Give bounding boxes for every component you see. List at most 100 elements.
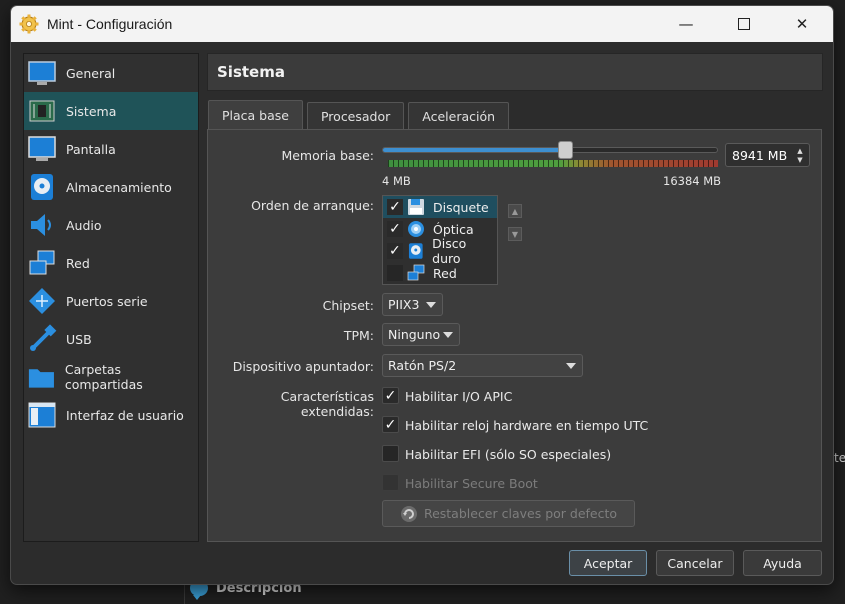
folder-icon xyxy=(28,369,54,388)
boot-checkbox[interactable] xyxy=(387,265,403,281)
boot-item-disquete[interactable]: ✓ Disquete xyxy=(383,196,497,218)
tab-procesador[interactable]: Procesador xyxy=(306,102,405,129)
sidebar-item-label: USB xyxy=(66,331,92,347)
move-down-button[interactable]: ▼ xyxy=(508,227,522,241)
tab-aceleracion[interactable]: Aceleración xyxy=(408,102,510,129)
secure-boot-label: Habilitar Secure Boot xyxy=(405,476,538,491)
sidebar-item-label: General xyxy=(66,65,116,81)
boot-checkbox[interactable]: ✓ xyxy=(387,243,403,259)
io-apic-label[interactable]: Habilitar I/O APIC xyxy=(405,389,512,404)
memory-slider-handle[interactable] xyxy=(558,141,574,159)
memory-slider-fill xyxy=(383,148,566,152)
cancel-button[interactable]: Cancelar xyxy=(656,550,734,576)
sidebar-item-label: Sistema xyxy=(66,103,117,119)
pointing-device-value: Ratón PS/2 xyxy=(388,358,457,373)
background-divider xyxy=(184,584,185,604)
boot-checkbox[interactable]: ✓ xyxy=(387,221,403,237)
refresh-icon xyxy=(400,505,417,522)
network-icon xyxy=(29,250,55,275)
sidebar-item-label: Red xyxy=(66,255,90,271)
tab-bar: Placa base Procesador Aceleración xyxy=(208,100,513,129)
reset-keys-button: Restablecer claves por defecto xyxy=(382,500,635,527)
efi-checkbox[interactable] xyxy=(382,445,399,462)
ui-window-icon xyxy=(28,402,56,428)
memory-max-label: 16384 MB xyxy=(663,174,722,188)
sidebar-item-almacenamiento[interactable]: Almacenamiento xyxy=(24,168,198,206)
chipset-select[interactable]: PIIX3 xyxy=(382,293,443,316)
sidebar-item-label: Pantalla xyxy=(66,141,116,157)
help-button[interactable]: Ayuda xyxy=(743,550,822,576)
tab-placa-base[interactable]: Placa base xyxy=(208,100,303,129)
tab-panel-placa-base: Memoria base: 8941 MB ▲ ▼ 4 MB 16384 MB … xyxy=(207,129,822,542)
utc-clock-label[interactable]: Habilitar reloj hardware en tiempo UTC xyxy=(405,418,648,433)
background-partial-text: te xyxy=(834,451,845,465)
maximize-icon xyxy=(738,18,750,30)
serial-port-icon xyxy=(29,288,55,314)
maximize-button[interactable] xyxy=(715,6,773,42)
sidebar-item-audio[interactable]: Audio xyxy=(24,206,198,244)
close-button[interactable]: ✕ xyxy=(773,6,831,42)
pointing-device-label: Dispositivo apuntador: xyxy=(232,359,374,374)
boot-order-list: ✓ Disquete ✓ Óptica ✓ Disco duro Red xyxy=(382,195,498,285)
display-icon xyxy=(28,136,56,161)
io-apic-checkbox[interactable]: ✓ xyxy=(382,387,399,404)
spin-down-icon[interactable]: ▼ xyxy=(794,155,806,165)
boot-order-label: Orden de arranque: xyxy=(251,198,374,213)
pointing-device-select[interactable]: Ratón PS/2 xyxy=(382,354,583,377)
sidebar-item-pantalla[interactable]: Pantalla xyxy=(24,130,198,168)
disk-icon xyxy=(31,174,53,200)
boot-checkbox[interactable]: ✓ xyxy=(387,199,403,215)
floppy-icon xyxy=(408,199,424,215)
efi-label[interactable]: Habilitar EFI (sólo SO especiales) xyxy=(405,447,611,462)
monitor-icon xyxy=(28,61,56,85)
chipset-value: PIIX3 xyxy=(388,297,420,312)
utc-clock-checkbox[interactable]: ✓ xyxy=(382,416,399,433)
settings-main: Sistema Placa base Procesador Aceleració… xyxy=(207,53,823,542)
chipset-label: Chipset: xyxy=(322,298,374,313)
network-icon xyxy=(407,264,425,281)
tpm-select[interactable]: Ninguno xyxy=(382,323,460,346)
tpm-value: Ninguno xyxy=(388,327,441,342)
memory-value: 8941 MB xyxy=(732,147,788,163)
tpm-label: TPM: xyxy=(343,328,374,343)
sidebar-item-label: Almacenamiento xyxy=(66,179,172,195)
sidebar-item-interfaz-de-usuario[interactable]: Interfaz de usuario xyxy=(24,396,198,434)
chip-icon xyxy=(29,100,55,122)
optical-disc-icon xyxy=(408,221,424,237)
move-up-button[interactable]: ▲ xyxy=(508,204,522,218)
reset-keys-label: Restablecer claves por defecto xyxy=(423,506,618,521)
secure-boot-checkbox xyxy=(382,474,399,491)
sidebar-item-label: Puertos serie xyxy=(66,293,148,309)
sidebar-item-carpetas-compartidas[interactable]: Carpetas compartidas xyxy=(24,358,198,396)
chevron-down-icon xyxy=(426,302,436,308)
memory-label: Memoria base: xyxy=(281,148,374,163)
memory-scale-bar xyxy=(388,160,718,167)
sidebar-item-label: Carpetas compartidas xyxy=(64,362,143,392)
sidebar-item-label: Audio xyxy=(66,217,102,233)
sidebar-item-usb[interactable]: USB xyxy=(24,320,198,358)
sidebar-item-red[interactable]: Red xyxy=(24,244,198,282)
sidebar-item-sistema[interactable]: Sistema xyxy=(24,92,198,130)
sidebar-item-label: Interfaz de usuario xyxy=(66,407,184,423)
boot-item-label: Disquete xyxy=(433,199,489,215)
sidebar-item-general[interactable]: General xyxy=(24,54,198,92)
minimize-button[interactable]: — xyxy=(657,6,715,42)
memory-slider[interactable] xyxy=(382,141,718,159)
boot-item-label: Red xyxy=(433,265,457,281)
boot-item-red[interactable]: Red xyxy=(383,262,497,284)
settings-sidebar: General Sistema Pantalla Almacenamiento … xyxy=(23,53,199,542)
extended-features-label: Características extendidas: xyxy=(280,389,374,419)
sidebar-item-puertos-serie[interactable]: Puertos serie xyxy=(24,282,198,320)
chevron-down-icon xyxy=(566,363,576,369)
boot-item-label: Óptica xyxy=(433,221,474,237)
speaker-icon xyxy=(31,214,51,236)
window-title: Mint - Configuración xyxy=(47,16,173,32)
accept-button[interactable]: Aceptar xyxy=(569,550,647,576)
settings-dialog: Mint - Configuración — ✕ General Sistema… xyxy=(10,5,834,585)
gear-icon xyxy=(19,14,39,34)
boot-item-disco-duro[interactable]: ✓ Disco duro xyxy=(383,236,497,266)
memory-spinbox[interactable]: 8941 MB ▲ ▼ xyxy=(725,143,810,167)
hard-disk-icon xyxy=(408,243,423,259)
memory-min-label: 4 MB xyxy=(382,174,411,188)
title-bar[interactable]: Mint - Configuración — ✕ xyxy=(11,6,833,42)
